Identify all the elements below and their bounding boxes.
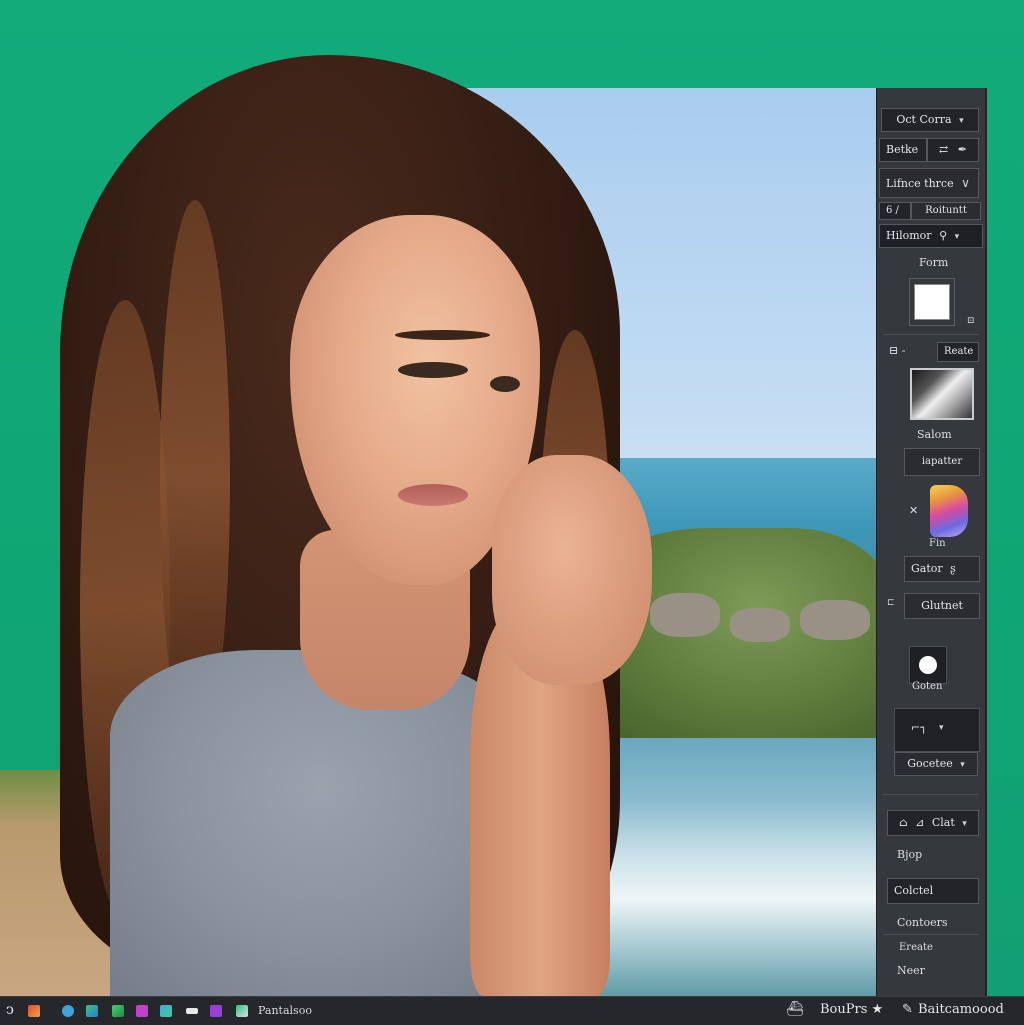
panel-button-9[interactable]: Glutnet	[904, 593, 980, 619]
taskbar-app-icon[interactable]	[160, 1005, 172, 1017]
panel-divider	[883, 794, 979, 795]
panel-button-12[interactable]: Colctel	[887, 878, 979, 904]
panel-dropdown-11-label: Clat	[931, 816, 955, 829]
taskbar: ↄ Pantalsoo ⛴ BouPrs ★ ✎ Baitcamoood	[0, 996, 1024, 1025]
panel-button-6-label: Reate	[944, 346, 974, 357]
panel-button-2[interactable]: Betke	[879, 138, 927, 162]
panel-divider	[883, 934, 979, 935]
panel-button-4-label: Roituntt	[925, 205, 967, 216]
taskbar-app-icon[interactable]	[62, 1005, 74, 1017]
tray-label-1[interactable]: BouPrs ★	[820, 1002, 883, 1017]
chevron-down-icon: ▾	[939, 723, 944, 733]
panel-dropdown-11[interactable]: ⌂ ⊿ Clat ▾	[887, 810, 979, 836]
pen-icon: ✒	[957, 143, 967, 156]
gradient-thumbnail[interactable]	[930, 485, 968, 537]
panel-dropdown-10[interactable]: Gocetee ▾	[894, 752, 978, 776]
chevron-down-icon: ▾	[954, 232, 960, 242]
hand	[492, 455, 652, 685]
taskbar-app-icon[interactable]	[236, 1005, 248, 1017]
panel-dropdown-10-label: Gocetee	[907, 757, 953, 770]
panel-button-8[interactable]: Gator ʂ	[904, 556, 980, 582]
panel-button-7[interactable]: iapatter	[904, 448, 980, 476]
chevron-down-icon: ∨	[961, 176, 970, 190]
panel-button-9-label: Glutnet	[921, 599, 963, 612]
small-square-icon[interactable]: ⊏	[887, 598, 895, 608]
swap-icon: ⇄	[939, 143, 949, 156]
panel-button-8-label: Gator	[911, 562, 943, 575]
panel-button-7-label: iapatter	[921, 456, 963, 467]
layer-icon[interactable]: ⊟ -	[889, 344, 905, 357]
chevron-down-icon: ▾	[960, 760, 965, 770]
panel-tool-buttons[interactable]: ⇄ ✒	[927, 138, 979, 162]
tray-label-2[interactable]: Baitcamoood	[918, 1002, 1004, 1017]
goten-label: Goten	[912, 681, 943, 692]
panel-divider	[883, 334, 979, 335]
taskbar-app-icon[interactable]	[112, 1005, 124, 1017]
panel-dropdown-1[interactable]: Oct Corra ▾	[881, 108, 979, 132]
panel-button-12-label: Colctel	[894, 884, 934, 897]
panel-button-6[interactable]: Reate	[937, 342, 979, 362]
panel-field-row-4-number: 6 /	[886, 205, 899, 216]
panel-button-2-label: Betke	[886, 143, 919, 156]
panel-dropdown-5[interactable]: Hilomor ⚲ ▾	[879, 224, 983, 248]
bjop-label: Bjop	[897, 848, 923, 861]
panel-dropdown-3[interactable]: Lifnce thrce ∨	[879, 168, 979, 198]
taskbar-app-icon[interactable]	[210, 1005, 222, 1017]
pin-icon: ⚲	[939, 229, 948, 242]
boat-icon[interactable]: ⛴	[786, 1001, 804, 1017]
chevron-down-icon: ▾	[962, 819, 967, 829]
properties-panel: Oct Corra ▾ Betke ⇄ ✒ Lifnce thrce ∨ 6 /…	[876, 88, 987, 996]
tool-preset-box[interactable]: ⌐┐ ▾	[894, 708, 980, 752]
panel-field-row-4[interactable]: 6 /	[879, 202, 911, 220]
taskbar-app-label[interactable]: Pantalsoo	[258, 1004, 312, 1017]
start-icon[interactable]: ↄ	[6, 1002, 14, 1018]
panel-dropdown-3-label: Lifnce thrce	[886, 177, 954, 190]
fin-label: Fin	[929, 538, 946, 549]
taskbar-app-icon[interactable]	[86, 1005, 98, 1017]
close-icon[interactable]: ✕	[909, 504, 918, 517]
lips	[398, 484, 468, 506]
mask-icon: ⌂	[899, 816, 908, 829]
crop-tool-icon: ⌐┐	[911, 721, 927, 734]
salom-label: Salom	[917, 428, 952, 441]
pen-tray-icon[interactable]: ✎	[902, 1002, 913, 1017]
neer-label: Neer	[897, 964, 925, 977]
link-icon: ʂ	[950, 562, 956, 575]
panel-dropdown-5-label: Hilomor	[886, 229, 932, 242]
gray-tshirt	[110, 650, 530, 996]
ereate-label: Ereate	[899, 942, 933, 953]
eye	[490, 376, 520, 392]
contoers-label: Contoers	[897, 916, 948, 929]
brush-dot-swatch[interactable]	[909, 646, 947, 684]
small-corner-icon[interactable]: ⊡	[967, 316, 975, 326]
color-swatch-white[interactable]	[914, 284, 950, 320]
image-thumbnail[interactable]	[910, 368, 974, 420]
pen-icon: ⊿	[915, 816, 925, 829]
taskbar-app-icon[interactable]	[28, 1005, 40, 1017]
panel-dropdown-1-label: Oct Corra	[896, 113, 952, 126]
taskbar-app-icon[interactable]	[186, 1008, 198, 1014]
form-label: Form	[919, 256, 949, 269]
portrait-subject	[0, 0, 880, 996]
panel-button-4[interactable]: Roituntt	[911, 202, 981, 220]
chevron-down-icon: ▾	[959, 116, 964, 126]
eyebrow	[395, 330, 490, 340]
canvas-area[interactable]	[0, 0, 1024, 996]
taskbar-app-icon[interactable]	[136, 1005, 148, 1017]
eye	[398, 362, 468, 378]
